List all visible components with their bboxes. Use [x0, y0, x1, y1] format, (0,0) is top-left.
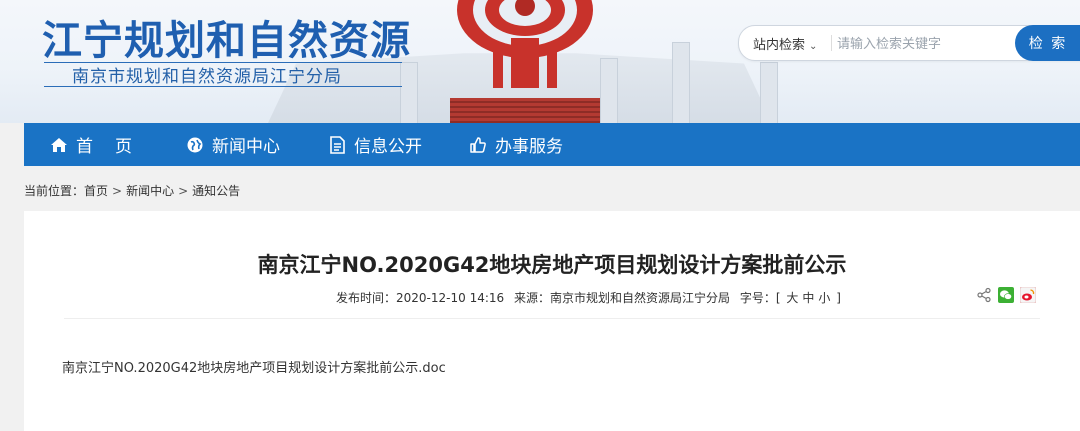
- article-meta: 发布时间：2020-12-10 14:16 来源：南京市规划和自然资源局江宁分局…: [336, 289, 841, 306]
- emblem-sculpture-icon: [457, 0, 593, 88]
- site-subtitle: 南京市规划和自然资源局江宁分局: [72, 67, 342, 87]
- weibo-icon[interactable]: [1020, 287, 1036, 303]
- source-label: 来源：: [513, 291, 550, 305]
- nav-item-label: 信息公开: [354, 137, 422, 157]
- search-separator: [831, 35, 832, 51]
- nav-item-home[interactable]: 首页: [50, 123, 154, 166]
- breadcrumb-news[interactable]: 新闻中心: [126, 184, 174, 198]
- breadcrumb-separator: >: [178, 184, 189, 198]
- source-value: 南京市规划和自然资源局江宁分局: [550, 291, 731, 305]
- home-icon: [50, 136, 68, 154]
- nav-item-news[interactable]: 新闻中心: [186, 123, 280, 166]
- nav-item-info[interactable]: 信息公开: [328, 123, 422, 166]
- globe-icon: [186, 136, 204, 154]
- document-icon: [328, 135, 346, 154]
- chevron-down-icon: ⌄: [809, 41, 818, 52]
- font-size-bracket: [: [775, 291, 781, 305]
- wechat-icon[interactable]: [998, 287, 1014, 303]
- nav-item-label: 新闻中心: [212, 137, 280, 157]
- font-size-bracket: ]: [836, 291, 841, 305]
- publish-label: 发布时间：: [336, 291, 397, 305]
- share-bar: [976, 287, 1036, 303]
- nav-item-services[interactable]: 办事服务: [469, 123, 563, 166]
- breadcrumb-notices[interactable]: 通知公告: [192, 184, 240, 198]
- share-icon[interactable]: [976, 287, 992, 303]
- search-button[interactable]: 检 索: [1015, 25, 1080, 61]
- banner-stairs: [450, 98, 600, 123]
- font-size-medium-link[interactable]: 中: [802, 291, 814, 305]
- article-divider: [64, 318, 1040, 319]
- nav-item-label: 首页: [76, 137, 154, 157]
- breadcrumb-separator: >: [112, 184, 123, 198]
- breadcrumb: 当前位置：首页 > 新闻中心 > 通知公告: [24, 182, 240, 199]
- publish-time: 2020-12-10 14:16: [396, 291, 505, 305]
- article-title: 南京江宁NO.2020G42地块房地产项目规划设计方案批前公示: [257, 253, 847, 277]
- site-title: 江宁规划和自然资源: [42, 18, 411, 64]
- font-size-small-link[interactable]: 小: [818, 291, 830, 305]
- search-bar: 站内检索⌄ 检 索: [738, 25, 1080, 61]
- article-card: 南京江宁NO.2020G42地块房地产项目规划设计方案批前公示 发布时间：202…: [24, 211, 1080, 431]
- attachment-link[interactable]: 南京江宁NO.2020G42地块房地产项目规划设计方案批前公示.doc: [62, 357, 446, 376]
- search-scope-select[interactable]: 站内检索 ⌄: [753, 34, 817, 53]
- search-input[interactable]: [835, 32, 1009, 56]
- search-scope-label: 站内检索: [753, 38, 806, 53]
- breadcrumb-prefix: 当前位置：: [24, 184, 85, 198]
- font-size-label: 字号：: [739, 291, 776, 305]
- font-size-large-link[interactable]: 大: [786, 291, 798, 305]
- subtitle-divider: [44, 86, 402, 87]
- nav-item-label: 办事服务: [495, 137, 563, 157]
- breadcrumb-home[interactable]: 首页: [84, 184, 108, 198]
- thumbs-up-icon: [469, 136, 487, 154]
- main-nav: 首页 新闻中心 信息公开 办事服务: [24, 123, 1080, 166]
- header-banner: 江宁规划和自然资源 南京市规划和自然资源局江宁分局: [0, 0, 1080, 123]
- font-size-control: 字号：[ 大中小 ]: [740, 291, 841, 305]
- banner-pillar: [760, 62, 778, 123]
- banner-pillar: [672, 42, 690, 123]
- banner-pillar: [400, 62, 418, 123]
